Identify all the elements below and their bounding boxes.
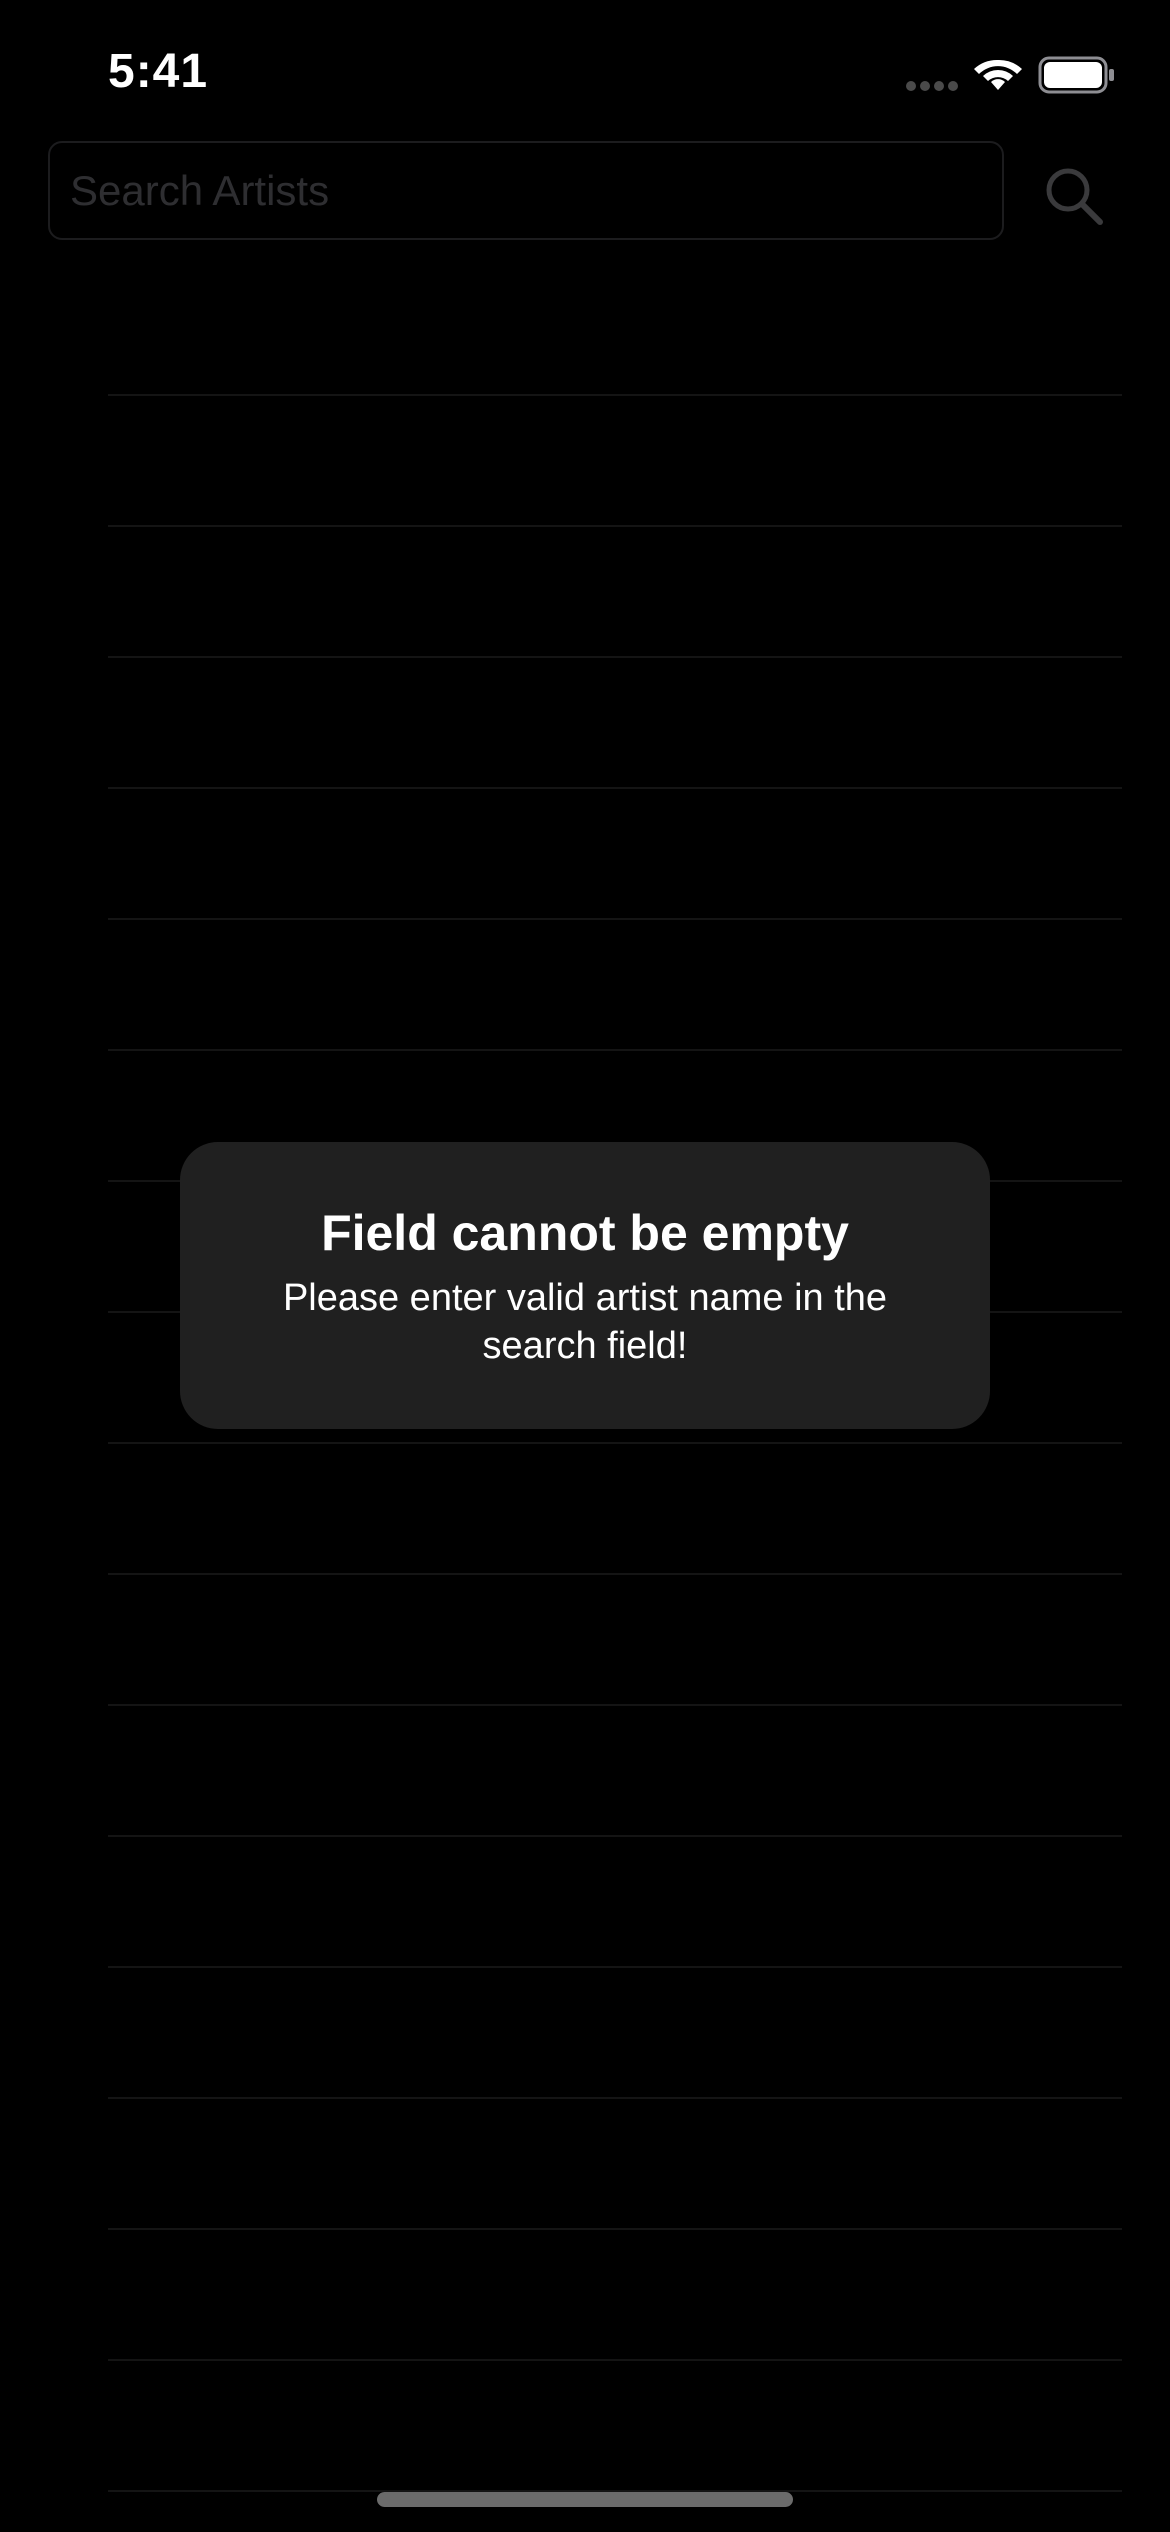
- wifi-icon: [974, 59, 1022, 90]
- table-row[interactable]: [108, 1837, 1122, 1968]
- app-screen: 5:41 Search Artists Field cannot be empt…: [0, 0, 1170, 2532]
- table-row[interactable]: [108, 1968, 1122, 2099]
- table-row[interactable]: [108, 2361, 1122, 2492]
- magnifying-glass-icon: [1046, 168, 1103, 225]
- table-row[interactable]: [108, 1575, 1122, 1706]
- table-row[interactable]: [108, 658, 1122, 789]
- table-row[interactable]: [108, 2099, 1122, 2230]
- alert-message: Please enter valid artist name in the se…: [282, 1277, 888, 1367]
- status-time: 5:41: [108, 45, 209, 98]
- table-row[interactable]: [108, 265, 1122, 396]
- table-row[interactable]: [108, 527, 1122, 658]
- table-row[interactable]: [108, 1444, 1122, 1575]
- alert-toast: Field cannot be empty Please enter valid…: [180, 1142, 990, 1429]
- table-row[interactable]: [108, 396, 1122, 527]
- alert-title: Field cannot be empty: [321, 1205, 849, 1261]
- search-button[interactable]: [1040, 162, 1110, 232]
- table-row[interactable]: [108, 2230, 1122, 2361]
- cellular-signal-icon: [906, 81, 960, 91]
- table-row[interactable]: [108, 789, 1122, 920]
- table-row[interactable]: [108, 920, 1122, 1051]
- battery-icon: [1038, 56, 1114, 94]
- home-indicator[interactable]: [377, 2492, 793, 2507]
- table-row[interactable]: [108, 1706, 1122, 1837]
- search-input[interactable]: [48, 141, 1004, 240]
